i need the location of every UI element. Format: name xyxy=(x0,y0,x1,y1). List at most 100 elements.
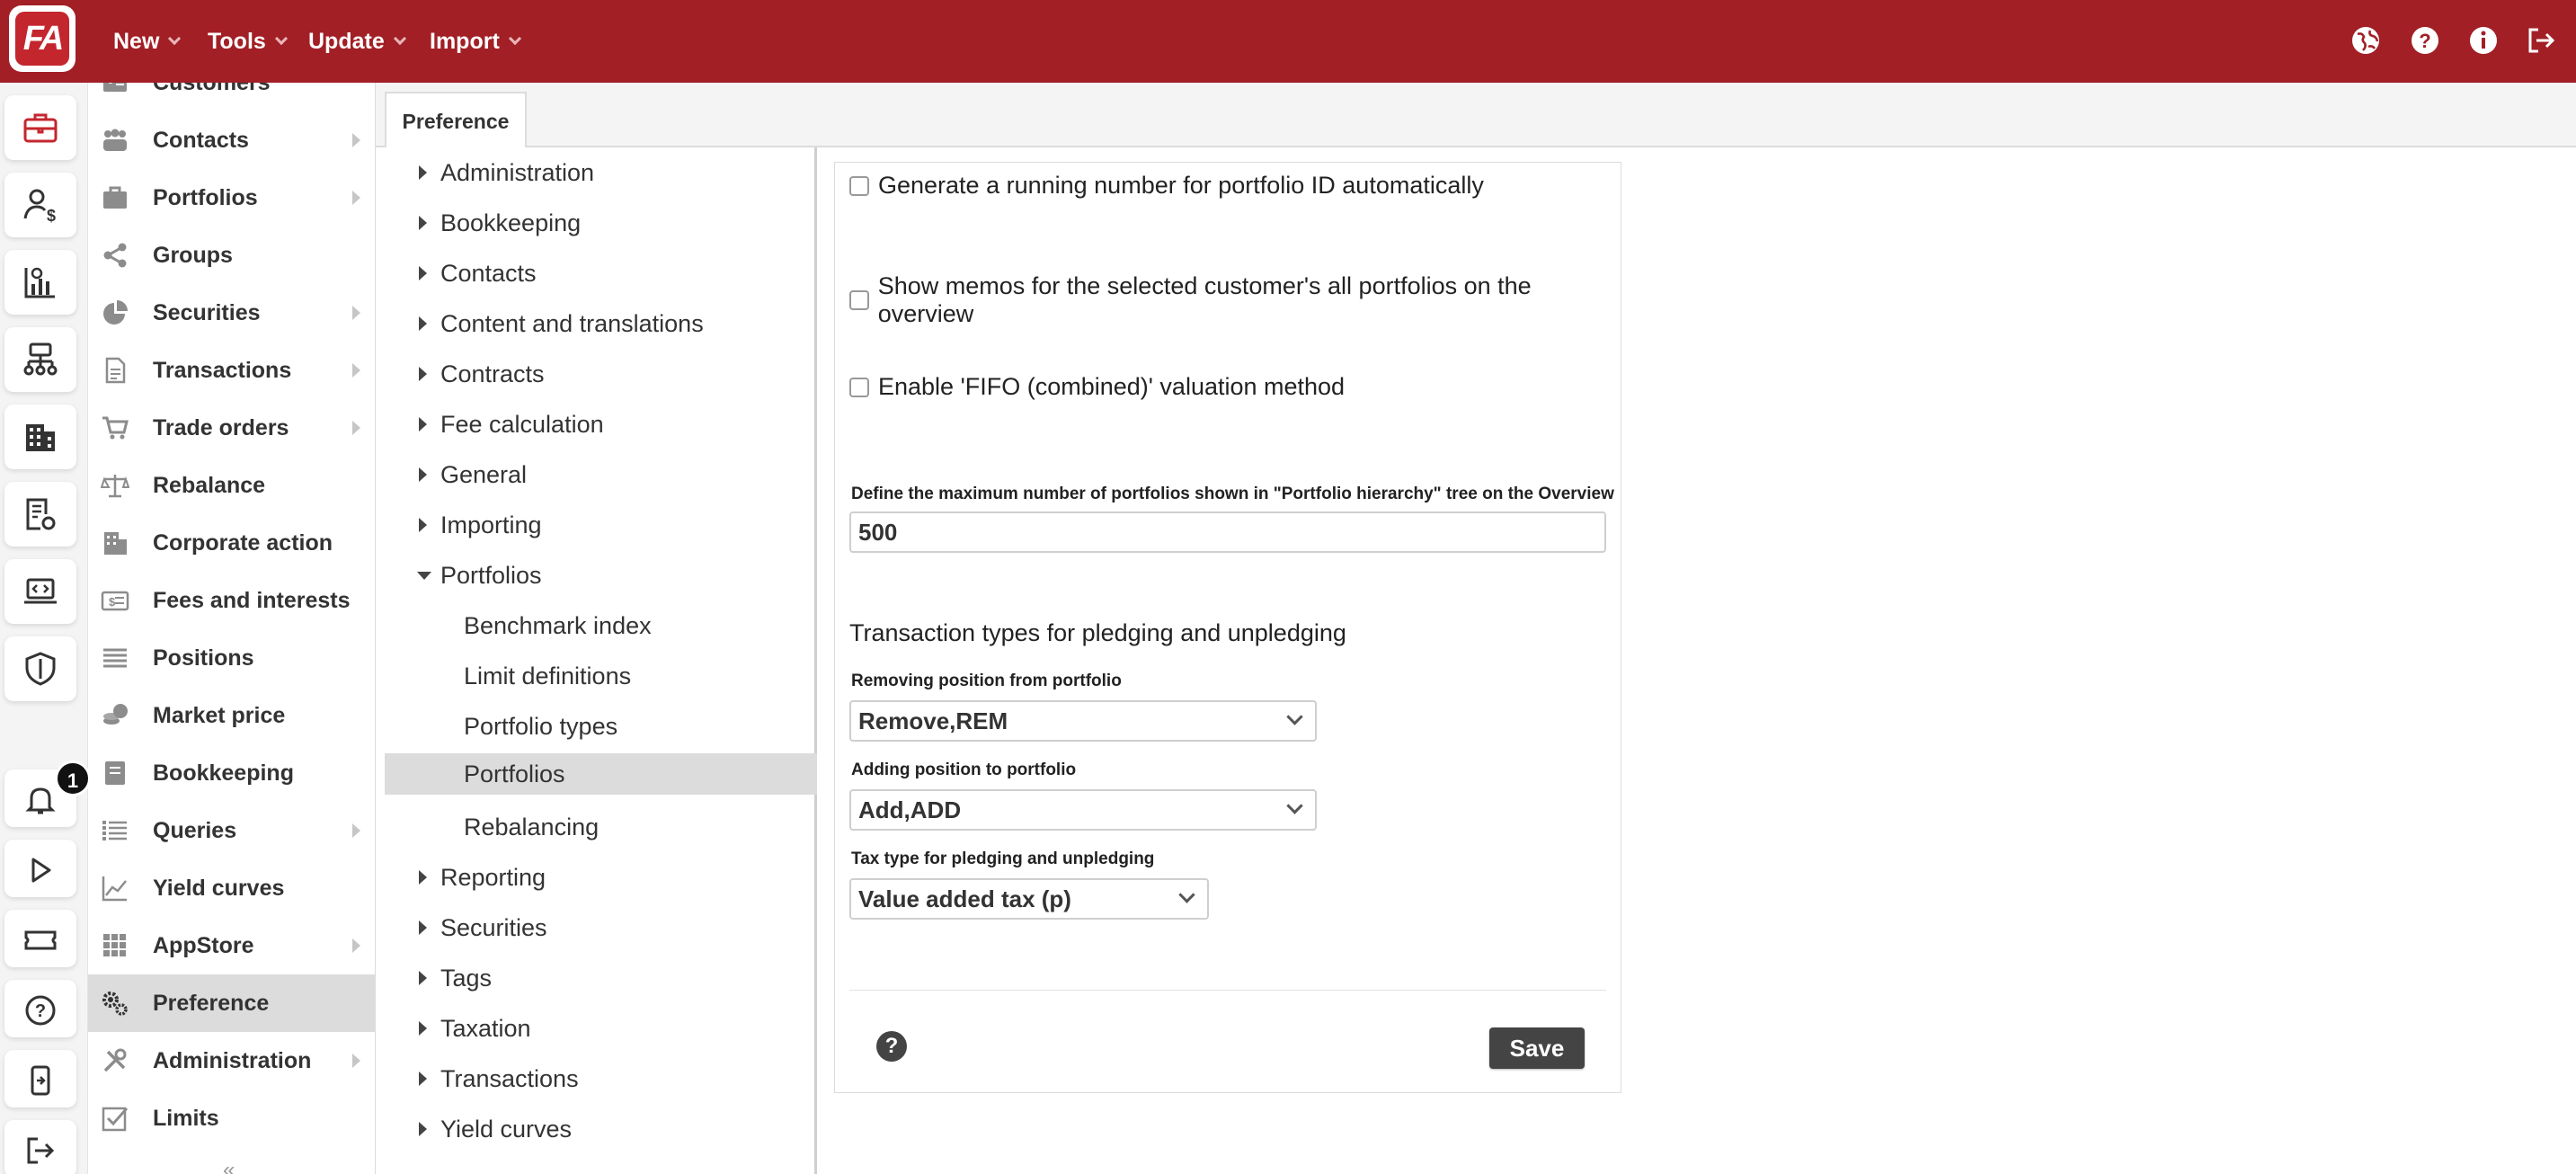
tree-item-securities[interactable]: Securities xyxy=(385,906,817,949)
fifo-combined-checkbox[interactable]: Enable 'FIFO (combined)' valuation metho… xyxy=(849,373,1345,401)
tree-item-label: Contacts xyxy=(440,259,537,287)
app-logo[interactable]: FA xyxy=(9,5,76,72)
tree-item-tags[interactable]: Tags xyxy=(385,956,817,1000)
sidebar-item-transactions[interactable]: Transactions xyxy=(88,342,375,399)
tree-item-fee-calculation[interactable]: Fee calculation xyxy=(385,403,817,446)
sidebar-item-bookkeeping[interactable]: Bookkeeping xyxy=(88,744,375,802)
caret-right-icon xyxy=(419,971,427,985)
sidebar-item-rebalance[interactable]: Rebalance xyxy=(88,457,375,514)
tree-item-limit-definitions[interactable]: Limit definitions xyxy=(385,654,817,698)
tree-item-contacts[interactable]: Contacts xyxy=(385,252,817,295)
user-dollar-icon: $ xyxy=(23,189,56,223)
shield-icon xyxy=(25,652,56,686)
rail-mobile[interactable] xyxy=(4,1050,76,1107)
tree-item-label: Tags xyxy=(440,964,493,992)
save-button[interactable]: Save xyxy=(1489,1027,1585,1069)
tab-preference[interactable]: Preference xyxy=(385,92,527,149)
info-icon[interactable] xyxy=(2466,23,2500,58)
sidebar-item-label: Portfolios xyxy=(153,184,258,210)
rail-exit[interactable] xyxy=(4,1120,76,1174)
caret-right-icon xyxy=(419,921,427,935)
rail-tickets[interactable] xyxy=(4,910,76,967)
checkbox-box[interactable] xyxy=(849,290,869,310)
tree-item-label: Rebalancing xyxy=(464,813,600,840)
checkbox-box[interactable] xyxy=(849,175,869,196)
tree-item-portfolios[interactable]: Portfolios xyxy=(385,554,817,597)
rail-analytics[interactable] xyxy=(4,250,76,315)
icon-rail: $ 1 ? xyxy=(0,83,91,1174)
sidebar-item-label: Transactions xyxy=(153,357,292,383)
sidebar-item-trade-orders[interactable]: Trade orders xyxy=(88,399,375,457)
rail-help[interactable]: ? xyxy=(4,980,76,1037)
tree-item-rebalancing[interactable]: Rebalancing xyxy=(385,805,817,849)
tree-item-label: Importing xyxy=(440,511,542,538)
chevron-right-icon xyxy=(352,823,360,838)
globe-icon[interactable] xyxy=(2349,23,2383,58)
tree-item-portfolio-types[interactable]: Portfolio types xyxy=(385,705,817,748)
chevron-right-icon xyxy=(352,133,360,147)
menu-tools[interactable]: Tools xyxy=(208,0,288,83)
tree-item-transactions[interactable]: Transactions xyxy=(385,1057,817,1100)
sidebar-item-queries[interactable]: Queries xyxy=(88,802,375,859)
tree-item-yield-curves[interactable]: Yield curves xyxy=(385,1107,817,1151)
select-value: Add,ADD xyxy=(858,796,962,823)
logout-icon[interactable] xyxy=(2524,23,2558,58)
sidebar-item-administration[interactable]: Administration xyxy=(88,1032,375,1090)
rail-organization[interactable] xyxy=(4,405,76,469)
rail-network[interactable] xyxy=(4,327,76,392)
tree-item-administration[interactable]: Administration xyxy=(385,151,817,194)
sidebar-item-portfolios[interactable]: Portfolios xyxy=(88,169,375,227)
sidebar-item-preference[interactable]: Preference xyxy=(88,974,375,1032)
tree-item-taxation[interactable]: Taxation xyxy=(385,1007,817,1050)
sidebar-item-market-price[interactable]: Market price xyxy=(88,687,375,744)
menu-update[interactable]: Update xyxy=(308,0,406,83)
tree-item-reporting[interactable]: Reporting xyxy=(385,856,817,899)
sidebar-item-fees-and-interests[interactable]: $ Fees and interests xyxy=(88,572,375,629)
sidebar-item-groups[interactable]: Groups xyxy=(88,227,375,284)
sidebar-item-securities[interactable]: Securities xyxy=(88,284,375,342)
checkbox-box[interactable] xyxy=(849,377,869,397)
help-circle-icon[interactable]: ? xyxy=(2408,23,2442,58)
rail-run[interactable] xyxy=(4,840,76,897)
sidebar-item-appstore[interactable]: AppStore xyxy=(88,917,375,974)
menu-new[interactable]: New xyxy=(113,0,182,83)
sidebar-item-contacts[interactable]: Contacts xyxy=(88,111,375,169)
collapse-sidebar-icon[interactable]: « xyxy=(223,1158,235,1174)
rail-developer[interactable] xyxy=(4,559,76,624)
tree-item-contracts[interactable]: Contracts xyxy=(385,352,817,396)
tree-item-label: Portfolio types xyxy=(464,712,618,740)
rail-customer-finance[interactable]: $ xyxy=(4,173,76,237)
sidebar-item-label: Rebalance xyxy=(153,472,266,498)
rail-portfolio-management[interactable] xyxy=(4,95,76,160)
tree-item-content-and-translations[interactable]: Content and translations xyxy=(385,302,817,345)
pledging-section-title: Transaction types for pledging and unple… xyxy=(849,619,1346,646)
tree-item-importing[interactable]: Importing xyxy=(385,503,817,547)
max-portfolios-input[interactable]: 500 xyxy=(849,511,1606,553)
adding-position-select[interactable]: Add,ADD xyxy=(849,789,1317,831)
tree-item-general[interactable]: General xyxy=(385,453,817,496)
rail-security[interactable] xyxy=(4,636,76,701)
checkbox-icon xyxy=(102,1107,129,1132)
removing-position-select[interactable]: Remove,REM xyxy=(849,700,1317,742)
pie-chart-icon xyxy=(103,300,128,325)
exit-icon xyxy=(27,1137,55,1164)
building-icon xyxy=(104,532,127,555)
sidebar-item-positions[interactable]: Positions xyxy=(88,629,375,687)
sidebar-item-limits[interactable]: Limits xyxy=(88,1090,375,1147)
generate-portfolio-id-checkbox[interactable]: Generate a running number for portfolio … xyxy=(849,172,1484,200)
rail-report-settings[interactable] xyxy=(4,482,76,547)
tax-type-select[interactable]: Value added tax (p) xyxy=(849,878,1209,920)
sidebar-item-yield-curves[interactable]: Yield curves xyxy=(88,859,375,917)
sidebar-item-customers[interactable]: Customers xyxy=(88,83,375,111)
sidebar-item-label: Securities xyxy=(153,299,261,325)
rail-notifications[interactable]: 1 xyxy=(4,760,91,827)
list-icon xyxy=(103,648,127,668)
tree-item-portfolios-settings[interactable]: Portfolios xyxy=(385,753,817,795)
show-memos-checkbox[interactable]: Show memos for the selected customer's a… xyxy=(849,272,1621,328)
tree-item-benchmark-index[interactable]: Benchmark index xyxy=(385,604,817,647)
menu-import[interactable]: Import xyxy=(430,0,521,83)
tree-item-bookkeeping[interactable]: Bookkeeping xyxy=(385,201,817,245)
sidebar-item-corporate-action[interactable]: Corporate action xyxy=(88,514,375,572)
help-icon[interactable]: ? xyxy=(876,1031,907,1062)
mobile-icon xyxy=(31,1065,50,1096)
